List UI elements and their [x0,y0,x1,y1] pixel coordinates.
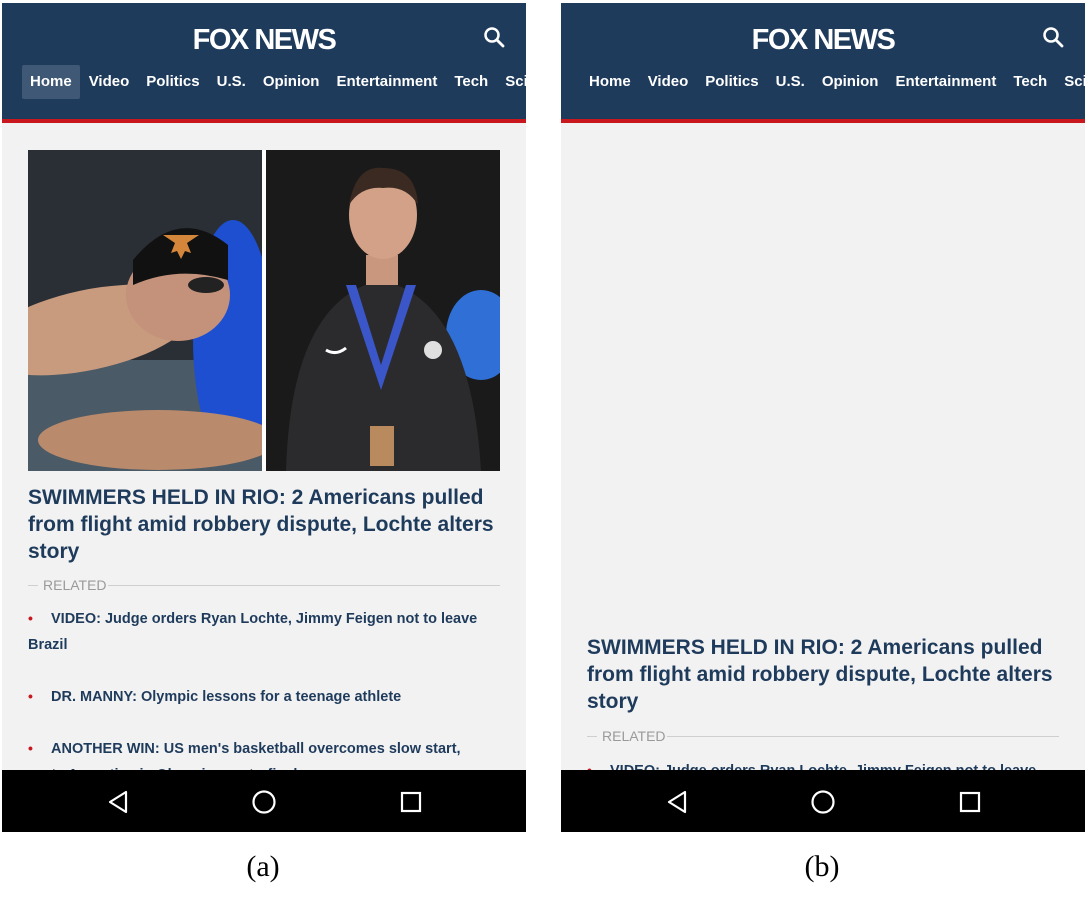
nav-item-tech[interactable]: Tech [1005,65,1055,99]
caption-b: (b) [804,850,840,883]
screenshot-b: FOX NEWS Home Video Politics U.S. Opinion Ent… [561,3,1085,832]
divider-line-left [587,736,597,737]
nav-item-science[interactable]: Sci [1056,65,1085,99]
related-item-text: DR. MANNY: Olympic lessons for a teenage… [51,689,402,705]
search-icon[interactable] [482,25,506,49]
section-nav: Home Video Politics U.S. Opinion Entertainmen… [22,65,526,99]
android-nav-bar [561,770,1085,832]
related-label: RELATED [43,577,107,593]
header-accent-bar [561,119,1085,123]
related-divider: RELATED [28,576,500,594]
back-triangle-icon[interactable] [105,789,131,815]
search-icon[interactable] [1041,25,1065,49]
swimmer-diving-photo [28,150,262,471]
recents-square-icon[interactable] [957,789,983,815]
home-circle-icon[interactable] [251,789,277,815]
related-divider: RELATED [587,727,1059,745]
related-item[interactable]: •VIDEO: Judge orders Ryan Lochte, Jimmy … [28,605,500,658]
nav-item-politics[interactable]: Politics [138,65,207,99]
site-header: FOX NEWS Home Video Politics U.S. Opinion Ent… [561,3,1085,119]
bullet-icon: • [28,688,33,704]
nav-item-science[interactable]: Sci [497,65,526,99]
section-nav: Home Video Politics U.S. Opinion Entertainmen… [581,65,1085,99]
bullet-icon: • [28,610,33,626]
related-item[interactable]: • DR. MANNY: Olympic lessons for a teenag… [28,683,500,710]
android-nav-bar [2,770,526,832]
nav-item-video[interactable]: Video [81,65,138,99]
nav-item-opinion[interactable]: Opinion [814,65,887,99]
related-item-text: VIDEO: Judge orders Ryan Lochte, Jimmy F… [28,611,478,653]
divider-line-right [667,736,1059,737]
recents-square-icon[interactable] [398,789,424,815]
caption-a: (a) [246,850,280,883]
nav-item-home[interactable]: Home [22,65,80,99]
lead-headline[interactable]: SWIMMERS HELD IN RIO: 2 Americans pulled… [587,634,1062,715]
nav-item-politics[interactable]: Politics [697,65,766,99]
divider-line-right [108,585,500,586]
home-circle-icon[interactable] [810,789,836,815]
header-accent-bar [2,119,526,123]
swimmer-portrait-photo [266,150,500,471]
screenshot-a: FOX NEWS Home Video Politics U.S. Opinion Ent… [2,3,526,832]
divider-line-left [28,585,38,586]
nav-item-entertainment[interactable]: Entertainment [328,65,445,99]
nav-item-us[interactable]: U.S. [768,65,813,99]
fox-news-logo[interactable]: FOX NEWS [2,23,526,57]
nav-item-entertainment[interactable]: Entertainment [887,65,1004,99]
fox-news-logo[interactable]: FOX NEWS [561,23,1085,57]
nav-item-us[interactable]: U.S. [209,65,254,99]
back-triangle-icon[interactable] [664,789,690,815]
nav-item-home[interactable]: Home [581,65,639,99]
lead-story-photo[interactable] [28,150,500,471]
nav-item-video[interactable]: Video [640,65,697,99]
site-header: FOX NEWS Home Video Politics U.S. Opinion Ent… [2,3,526,119]
lead-headline[interactable]: SWIMMERS HELD IN RIO: 2 Americans pulled… [28,484,503,565]
nav-item-opinion[interactable]: Opinion [255,65,328,99]
related-label: RELATED [602,728,666,744]
bullet-icon: • [28,740,33,756]
nav-item-tech[interactable]: Tech [446,65,496,99]
